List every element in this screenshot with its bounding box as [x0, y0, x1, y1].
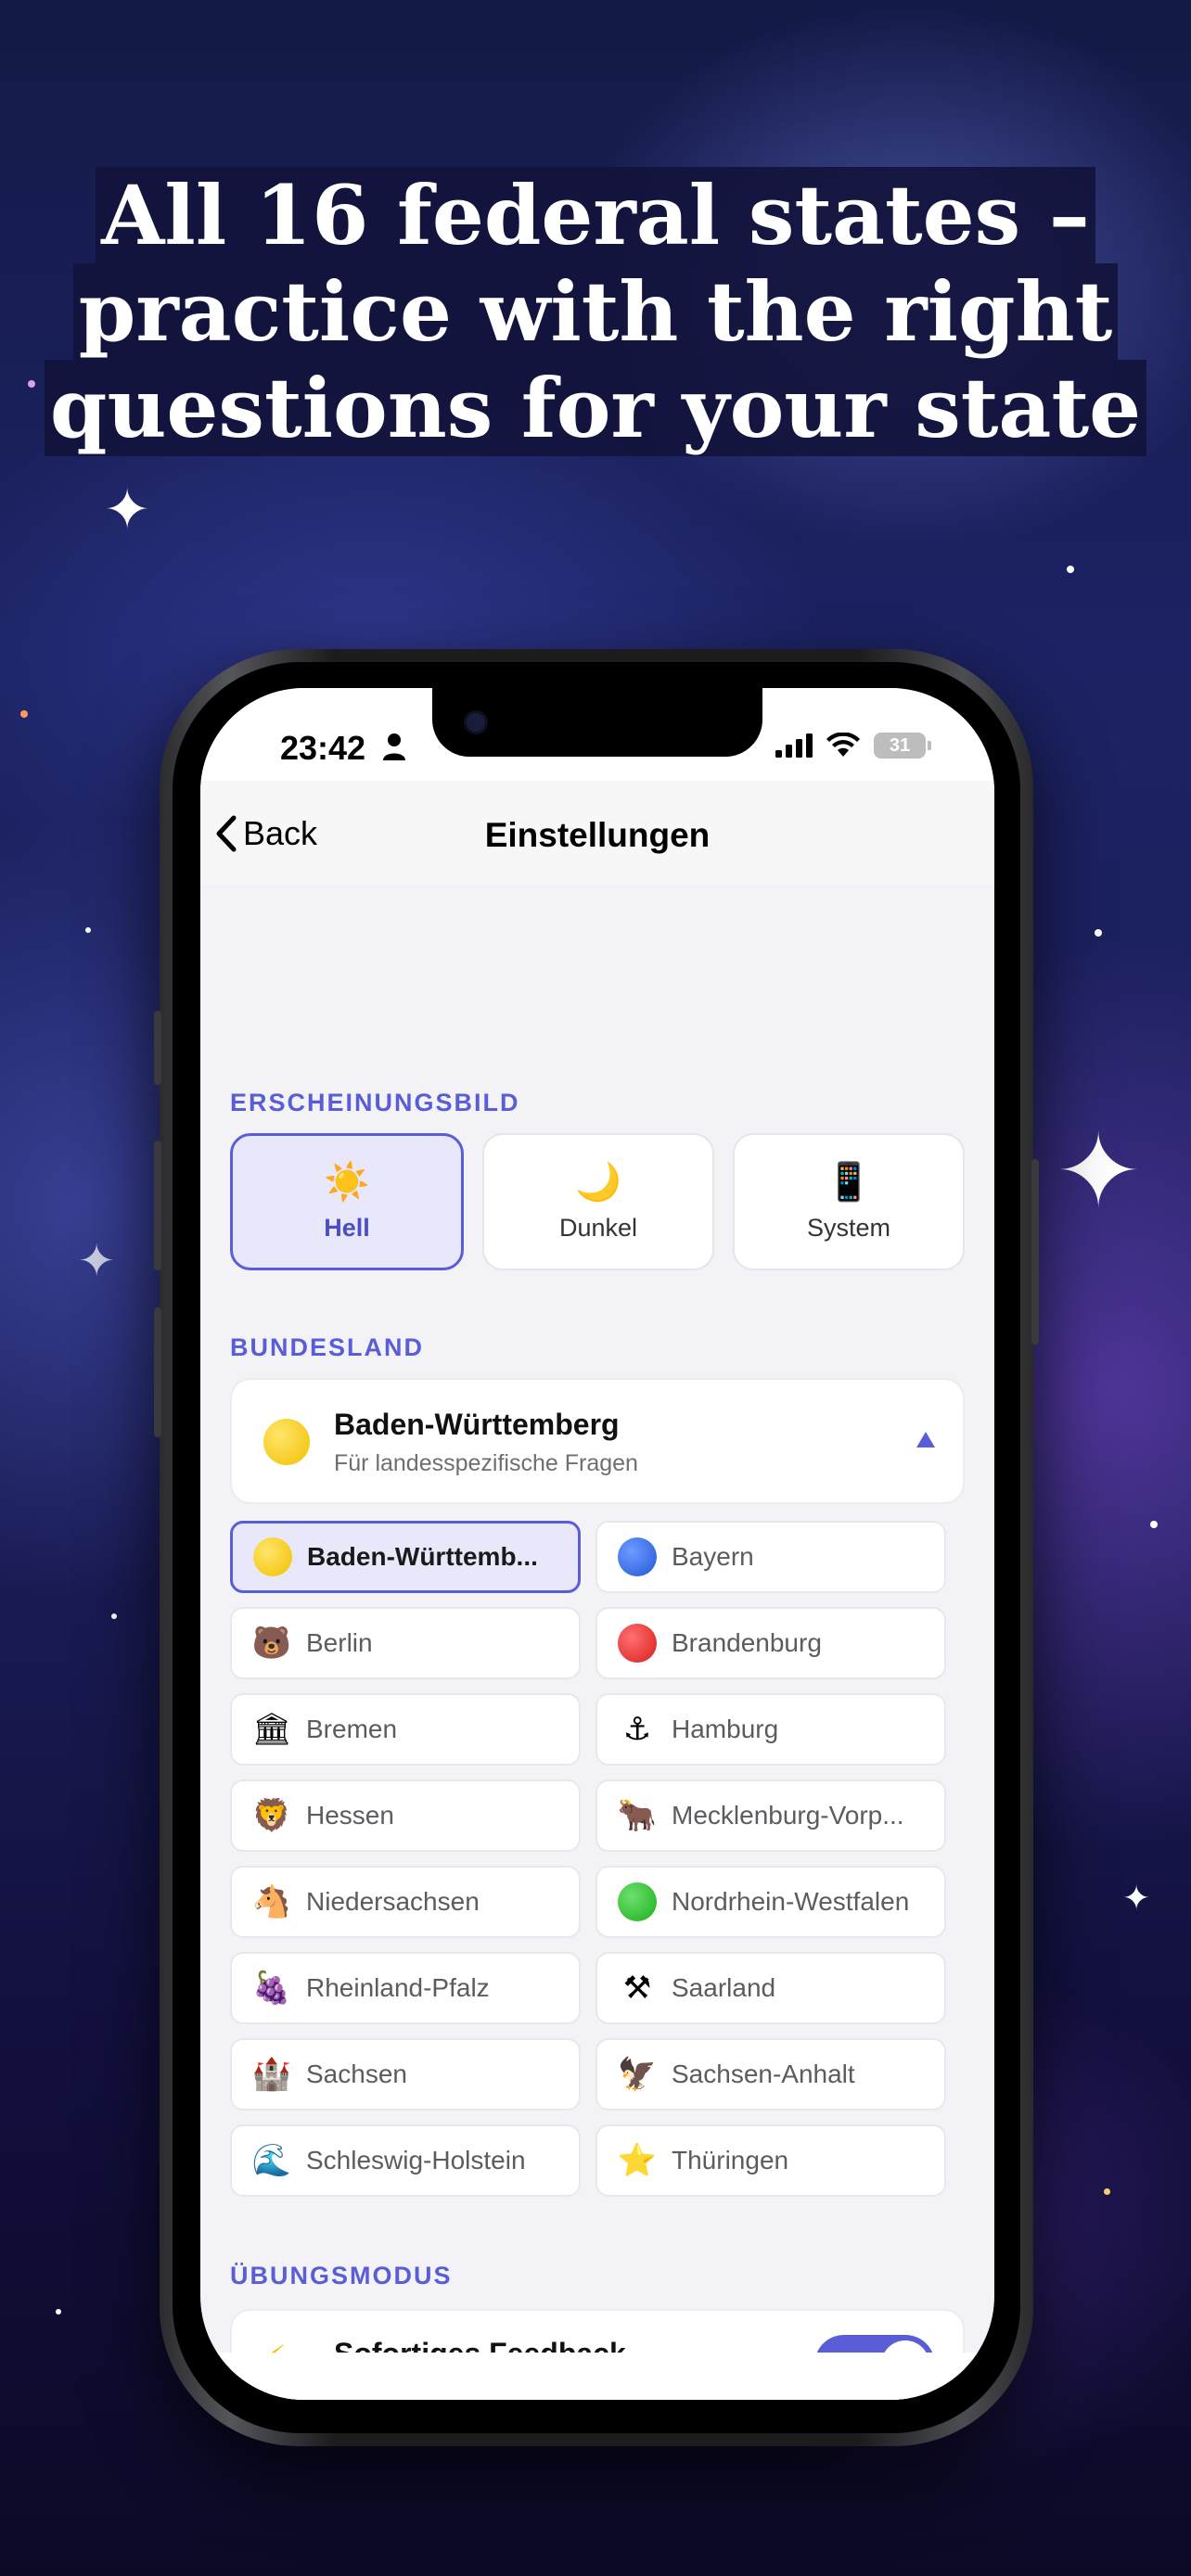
theme-option-hell[interactable]: ☀️ Hell [230, 1133, 464, 1270]
state-option[interactable]: 🦅 Sachsen-Anhalt [596, 2038, 946, 2111]
grapes-icon: 🍇 [251, 1970, 292, 2007]
theme-option-system[interactable]: 📱 System [733, 1133, 965, 1270]
sparkle-star: ✦ [104, 478, 151, 542]
bear-icon: 🐻 [251, 1625, 292, 1662]
state-option-label: Bremen [306, 1715, 398, 1743]
red-circle-icon [618, 1624, 657, 1663]
person-icon [383, 733, 405, 760]
star-icon: ⭐ [617, 2142, 658, 2179]
state-option-label: Bayern [672, 1542, 754, 1571]
state-option[interactable]: 🐻 Berlin [230, 1607, 581, 1679]
sparkle-star: ✦ [78, 1235, 116, 1287]
wave-icon: 🌊 [251, 2142, 292, 2179]
phone-icon: 📱 [826, 1160, 872, 1204]
screen-bottom-edge [200, 2353, 994, 2400]
state-option-label: Mecklenburg-Vorp... [672, 1801, 904, 1830]
state-option-label: Schleswig-Holstein [306, 2146, 526, 2174]
ox-icon: 🐂 [617, 1797, 658, 1834]
battery-icon: 31 [874, 733, 931, 759]
state-option-label: Sachsen-Anhalt [672, 2060, 855, 2088]
castle-icon: 🏰 [251, 2056, 292, 2093]
theme-option-label: Dunkel [558, 1213, 638, 1242]
state-option[interactable]: 🏰 Sachsen [230, 2038, 581, 2111]
state-option[interactable]: Nordrhein-Westfalen [596, 1866, 946, 1938]
star-dot [20, 710, 28, 718]
state-option[interactable]: ⚒ Saarland [596, 1952, 946, 2024]
state-option[interactable]: Baden-Württemb... [230, 1521, 581, 1593]
star-dot [1095, 929, 1102, 937]
state-dropdown[interactable]: Baden-Württemberg Für landesspezifische … [230, 1378, 965, 1504]
state-option-label: Hessen [306, 1801, 394, 1830]
star-dot [111, 1613, 117, 1619]
phone-side-button [1031, 1159, 1039, 1345]
green-circle-icon [618, 1882, 657, 1921]
phone-screen: 23:42 31 Back Einstellungen ERSCHEINUNGS… [200, 688, 994, 2400]
page-title: Einstellungen [484, 816, 711, 854]
yellow-circle-icon [263, 1419, 310, 1465]
state-option[interactable]: Bayern [596, 1521, 946, 1593]
headline-line: questions for your state [44, 360, 1147, 456]
wifi-icon [826, 733, 860, 757]
headline-line: All 16 federal states – [96, 167, 1095, 263]
state-option-label: Sachsen [306, 2060, 407, 2088]
star-dot [1150, 1521, 1158, 1528]
practice-section-label: ÜBUNGSMODUS [230, 2262, 453, 2289]
headline: All 16 federal states – practice with th… [0, 167, 1191, 456]
state-option-label: Rheinland-Pfalz [306, 1973, 490, 2002]
state-option[interactable]: 🌊 Schleswig-Holstein [230, 2124, 581, 2197]
state-option[interactable]: 🏛 Bremen [230, 1693, 581, 1766]
lion-icon: 🦁 [251, 1797, 292, 1834]
front-camera [464, 710, 488, 734]
theme-option-label: System [806, 1213, 891, 1242]
signal-icon [775, 733, 813, 758]
moon-icon: 🌙 [575, 1160, 621, 1204]
headline-line: practice with the right [72, 263, 1119, 360]
state-option[interactable]: 🐂 Mecklenburg-Vorp... [596, 1779, 946, 1852]
theme-selector: ☀️ Hell 🌙 Dunkel 📱 System [230, 1133, 965, 1270]
sparkle-star: ✦ [1122, 1880, 1151, 1918]
status-icons: 31 [775, 733, 931, 759]
state-option[interactable]: Brandenburg [596, 1607, 946, 1679]
state-option[interactable]: 🍇 Rheinland-Pfalz [230, 1952, 581, 2024]
state-option[interactable]: 🦁 Hessen [230, 1779, 581, 1852]
sparkle-star: ✦ [1056, 1112, 1142, 1231]
state-option-label: Niedersachsen [306, 1887, 480, 1916]
state-option-label: Saarland [672, 1973, 776, 2002]
sun-icon: ☀️ [324, 1160, 370, 1204]
phone-side-button [154, 1141, 161, 1270]
state-option-label: Baden-Württemb... [307, 1542, 538, 1571]
appearance-section-label: ERSCHEINUNGSBILD [230, 1089, 520, 1116]
eagle-icon: 🦅 [617, 2056, 658, 2093]
star-dot [1067, 566, 1074, 573]
state-option-label: Brandenburg [672, 1628, 822, 1657]
state-grid: Baden-Württemb... Bayern 🐻 Berlin Brandenbur… [230, 1521, 948, 2197]
star-dot [85, 927, 91, 933]
hammer-pick-icon: ⚒ [622, 1970, 652, 2007]
selected-state-name: Baden-Württemberg [334, 1408, 620, 1441]
state-option[interactable]: 🐴 Niedersachsen [230, 1866, 581, 1938]
state-option[interactable]: ⚓ Hamburg [596, 1693, 946, 1766]
theme-option-dunkel[interactable]: 🌙 Dunkel [482, 1133, 714, 1270]
horse-icon: 🐴 [251, 1883, 292, 1920]
selected-state-subtitle: Für landesspezifische Fragen [334, 1450, 638, 1476]
anchor-icon: ⚓ [622, 1711, 652, 1748]
state-option-label: Berlin [306, 1628, 373, 1657]
caret-up-icon [916, 1432, 935, 1447]
phone-side-button [154, 1307, 161, 1437]
yellow-circle-icon [253, 1537, 292, 1576]
star-dot [56, 2309, 61, 2315]
state-option-label: Hamburg [672, 1715, 779, 1743]
phone-side-button [154, 1011, 161, 1085]
state-option-label: Nordrhein-Westfalen [672, 1887, 910, 1916]
navigation-bar: Back Einstellungen [200, 781, 994, 885]
classical-building-icon: 🏛 [251, 1711, 292, 1748]
state-section-label: BUNDESLAND [230, 1333, 424, 1361]
state-option[interactable]: ⭐ Thüringen [596, 2124, 946, 2197]
state-option-label: Thüringen [672, 2146, 789, 2174]
blue-circle-icon [618, 1537, 657, 1576]
status-time: 23:42 [280, 729, 366, 767]
theme-option-label: Hell [324, 1213, 370, 1242]
star-dot [1104, 2188, 1110, 2195]
